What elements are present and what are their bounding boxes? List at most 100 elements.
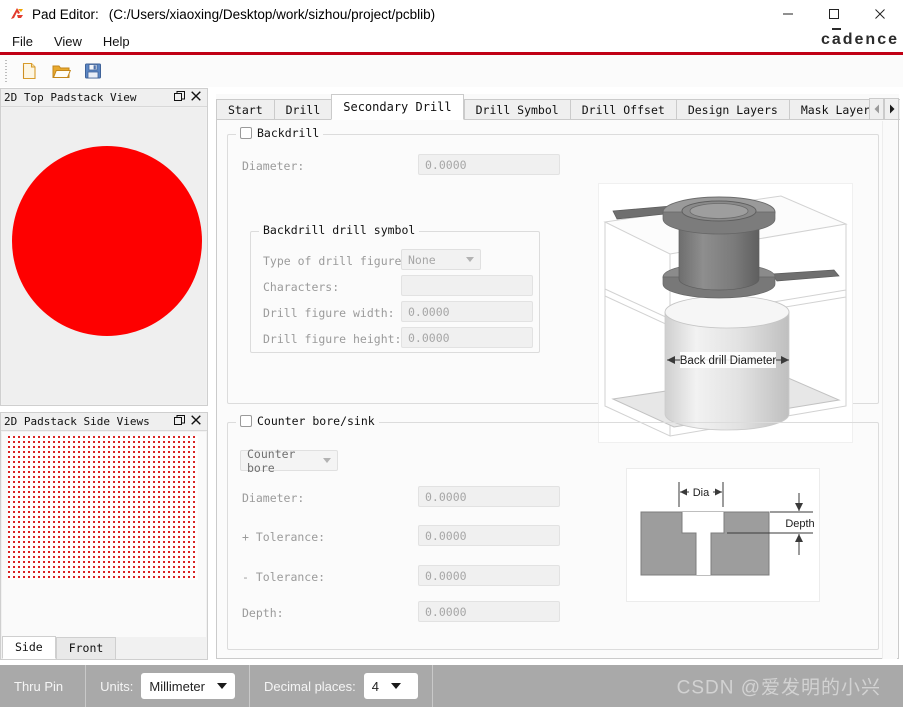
- menu-item-view[interactable]: View: [45, 32, 91, 51]
- counterbore-figure-depth-label: Depth: [785, 518, 814, 530]
- counterbore-plus-tolerance-input[interactable]: 0.0000: [418, 525, 560, 546]
- backdrill-illustration: Back drill Diameter: [598, 183, 853, 443]
- characters-label: Characters:: [263, 280, 340, 294]
- float-panel-icon[interactable]: [174, 90, 185, 105]
- decimal-places-select[interactable]: 4: [363, 673, 418, 699]
- status-units: Units: Millimeter: [86, 665, 250, 707]
- pad-shape-circle: [12, 146, 202, 336]
- counterbore-type-select[interactable]: Counter bore: [240, 447, 338, 475]
- characters-input[interactable]: [401, 275, 533, 296]
- tab-strip: Start Drill Secondary Drill Drill Symbol…: [216, 94, 900, 120]
- type-of-drill-figure-value: None: [408, 252, 436, 267]
- status-pin-type: Thru Pin: [0, 665, 87, 707]
- window-title: Pad Editor:: [32, 6, 99, 22]
- close-panel-icon[interactable]: [191, 90, 201, 105]
- menu-item-help[interactable]: Help: [94, 32, 139, 51]
- units-label: Units:: [100, 678, 134, 694]
- backdrill-figure-caption: Back drill Diameter: [680, 355, 777, 367]
- drill-figure-height-input[interactable]: 0.0000: [401, 327, 533, 348]
- tab-scroll-controls: [869, 98, 899, 120]
- counterbore-minus-tolerance-label: - Tolerance:: [242, 570, 326, 584]
- new-file-button[interactable]: [15, 58, 43, 84]
- minimize-button[interactable]: [765, 0, 811, 28]
- side-padstack-canvas[interactable]: [2, 432, 206, 638]
- chevron-down-icon: [391, 683, 401, 689]
- open-file-button[interactable]: [47, 58, 75, 84]
- padstack-side-hatch-shape: [8, 436, 198, 580]
- menu-item-file[interactable]: File: [3, 32, 42, 51]
- menu-bar: File View Help cadence: [0, 28, 903, 54]
- watermark-text: CSDN @爱发明的小兴: [676, 677, 881, 699]
- backdrill-diameter-label: Diameter:: [242, 159, 305, 173]
- app-logo-icon: [8, 5, 26, 23]
- counterbore-type-value: Counter bore: [247, 446, 296, 475]
- backdrill-symbol-legend: Backdrill drill symbol: [259, 223, 420, 237]
- counterbore-legend: Counter bore/sink: [236, 414, 379, 428]
- panel-header-side-view: 2D Padstack Side Views: [1, 413, 207, 431]
- type-of-drill-figure-select[interactable]: None: [401, 249, 481, 270]
- units-select[interactable]: Millimeter: [141, 673, 235, 699]
- counterbore-checkbox[interactable]: [240, 415, 252, 427]
- group-counter-bore-sink: Counter bore/sink Counter bore Diameter:…: [227, 414, 879, 650]
- save-file-button[interactable]: [79, 58, 107, 84]
- cadence-brand-logo: cadence: [820, 31, 899, 48]
- group-backdrill-drill-symbol: Backdrill drill symbol Type of drill fig…: [250, 223, 540, 353]
- panel-title-top-view: 2D Top Padstack View: [4, 91, 137, 104]
- padstack-property-tabs: Start Drill Secondary Drill Drill Symbol…: [216, 94, 900, 660]
- tab-front[interactable]: Front: [55, 637, 117, 659]
- counterbore-minus-tolerance-input[interactable]: 0.0000: [418, 565, 560, 586]
- side-view-tabstrip: Side Front: [2, 636, 207, 659]
- title-bar: Pad Editor: (C:/Users/xiaoxing/Desktop/w…: [0, 0, 903, 28]
- drill-figure-height-label: Drill figure height:: [263, 332, 402, 346]
- top-padstack-canvas[interactable]: [2, 108, 206, 404]
- counterbore-figure-dia-label: Dia: [693, 487, 710, 499]
- backdrill-legend: Backdrill: [236, 126, 324, 140]
- counterbore-diameter-label: Diameter:: [242, 491, 305, 505]
- tab-drill-symbol[interactable]: Drill Symbol: [463, 99, 570, 120]
- units-value: Millimeter: [149, 678, 205, 694]
- tab-drill-offset[interactable]: Drill Offset: [569, 99, 676, 120]
- panel-title-side-view: 2D Padstack Side Views: [4, 415, 150, 428]
- tab-start[interactable]: Start: [216, 99, 274, 120]
- tab-design-layers[interactable]: Design Layers: [675, 99, 789, 120]
- float-panel-icon[interactable]: [174, 414, 185, 429]
- drill-figure-width-input[interactable]: 0.0000: [401, 301, 533, 322]
- counterbore-depth-label: Depth:: [242, 606, 284, 620]
- window-file-path: (C:/Users/xiaoxing/Desktop/work/sizhou/p…: [108, 6, 436, 22]
- backdrill-checkbox[interactable]: [240, 127, 252, 139]
- status-decimal-places: Decimal places: 4: [250, 665, 433, 707]
- page-vertical-scrollbar[interactable]: [882, 121, 897, 659]
- tab-drill[interactable]: Drill: [273, 99, 332, 120]
- panel-header-top-view: 2D Top Padstack View: [1, 89, 207, 107]
- window-controls: [765, 0, 903, 28]
- pad-editor-window: Pad Editor: (C:/Users/xiaoxing/Desktop/w…: [0, 0, 903, 707]
- backdrill-diameter-input[interactable]: 0.0000: [418, 154, 560, 175]
- chevron-down-icon: [217, 683, 227, 689]
- counterbore-depth-input[interactable]: 0.0000: [418, 601, 560, 622]
- group-backdrill: Backdrill Diameter: 0.0000 Backdrill dri…: [227, 126, 879, 443]
- secondary-drill-page: Backdrill Diameter: 0.0000 Backdrill dri…: [216, 119, 899, 659]
- maximize-button[interactable]: [811, 0, 857, 28]
- close-panel-icon[interactable]: [191, 414, 201, 429]
- counterbore-illustration: Dia Depth: [626, 468, 820, 602]
- decimal-places-label: Decimal places:: [264, 678, 356, 694]
- counterbore-legend-label: Counter bore/sink: [257, 414, 375, 428]
- pin-type-label: Thru Pin: [14, 678, 64, 694]
- backdrill-legend-label: Backdrill: [257, 126, 320, 140]
- decimal-places-value: 4: [371, 678, 379, 694]
- tab-side[interactable]: Side: [2, 636, 56, 659]
- toolbar-drag-handle[interactable]: [2, 60, 10, 82]
- tab-scroll-left-icon[interactable]: [869, 98, 884, 120]
- drill-figure-width-label: Drill figure width:: [263, 306, 395, 320]
- close-button[interactable]: [857, 0, 903, 28]
- main-toolbar: [0, 55, 903, 87]
- type-of-drill-figure-label: Type of drill figure:: [263, 254, 409, 268]
- chevron-down-icon: [466, 257, 474, 262]
- tab-scroll-right-icon[interactable]: [884, 98, 899, 120]
- counterbore-plus-tolerance-label: + Tolerance:: [242, 530, 326, 544]
- counterbore-diameter-input[interactable]: 0.0000: [418, 486, 560, 507]
- status-bar: Thru Pin Units: Millimeter Decimal place…: [0, 665, 903, 707]
- panel-2d-padstack-side-views: 2D Padstack Side Views Side Front: [0, 412, 208, 660]
- tab-secondary-drill[interactable]: Secondary Drill: [331, 94, 464, 120]
- panel-2d-top-padstack-view: 2D Top Padstack View: [0, 88, 208, 406]
